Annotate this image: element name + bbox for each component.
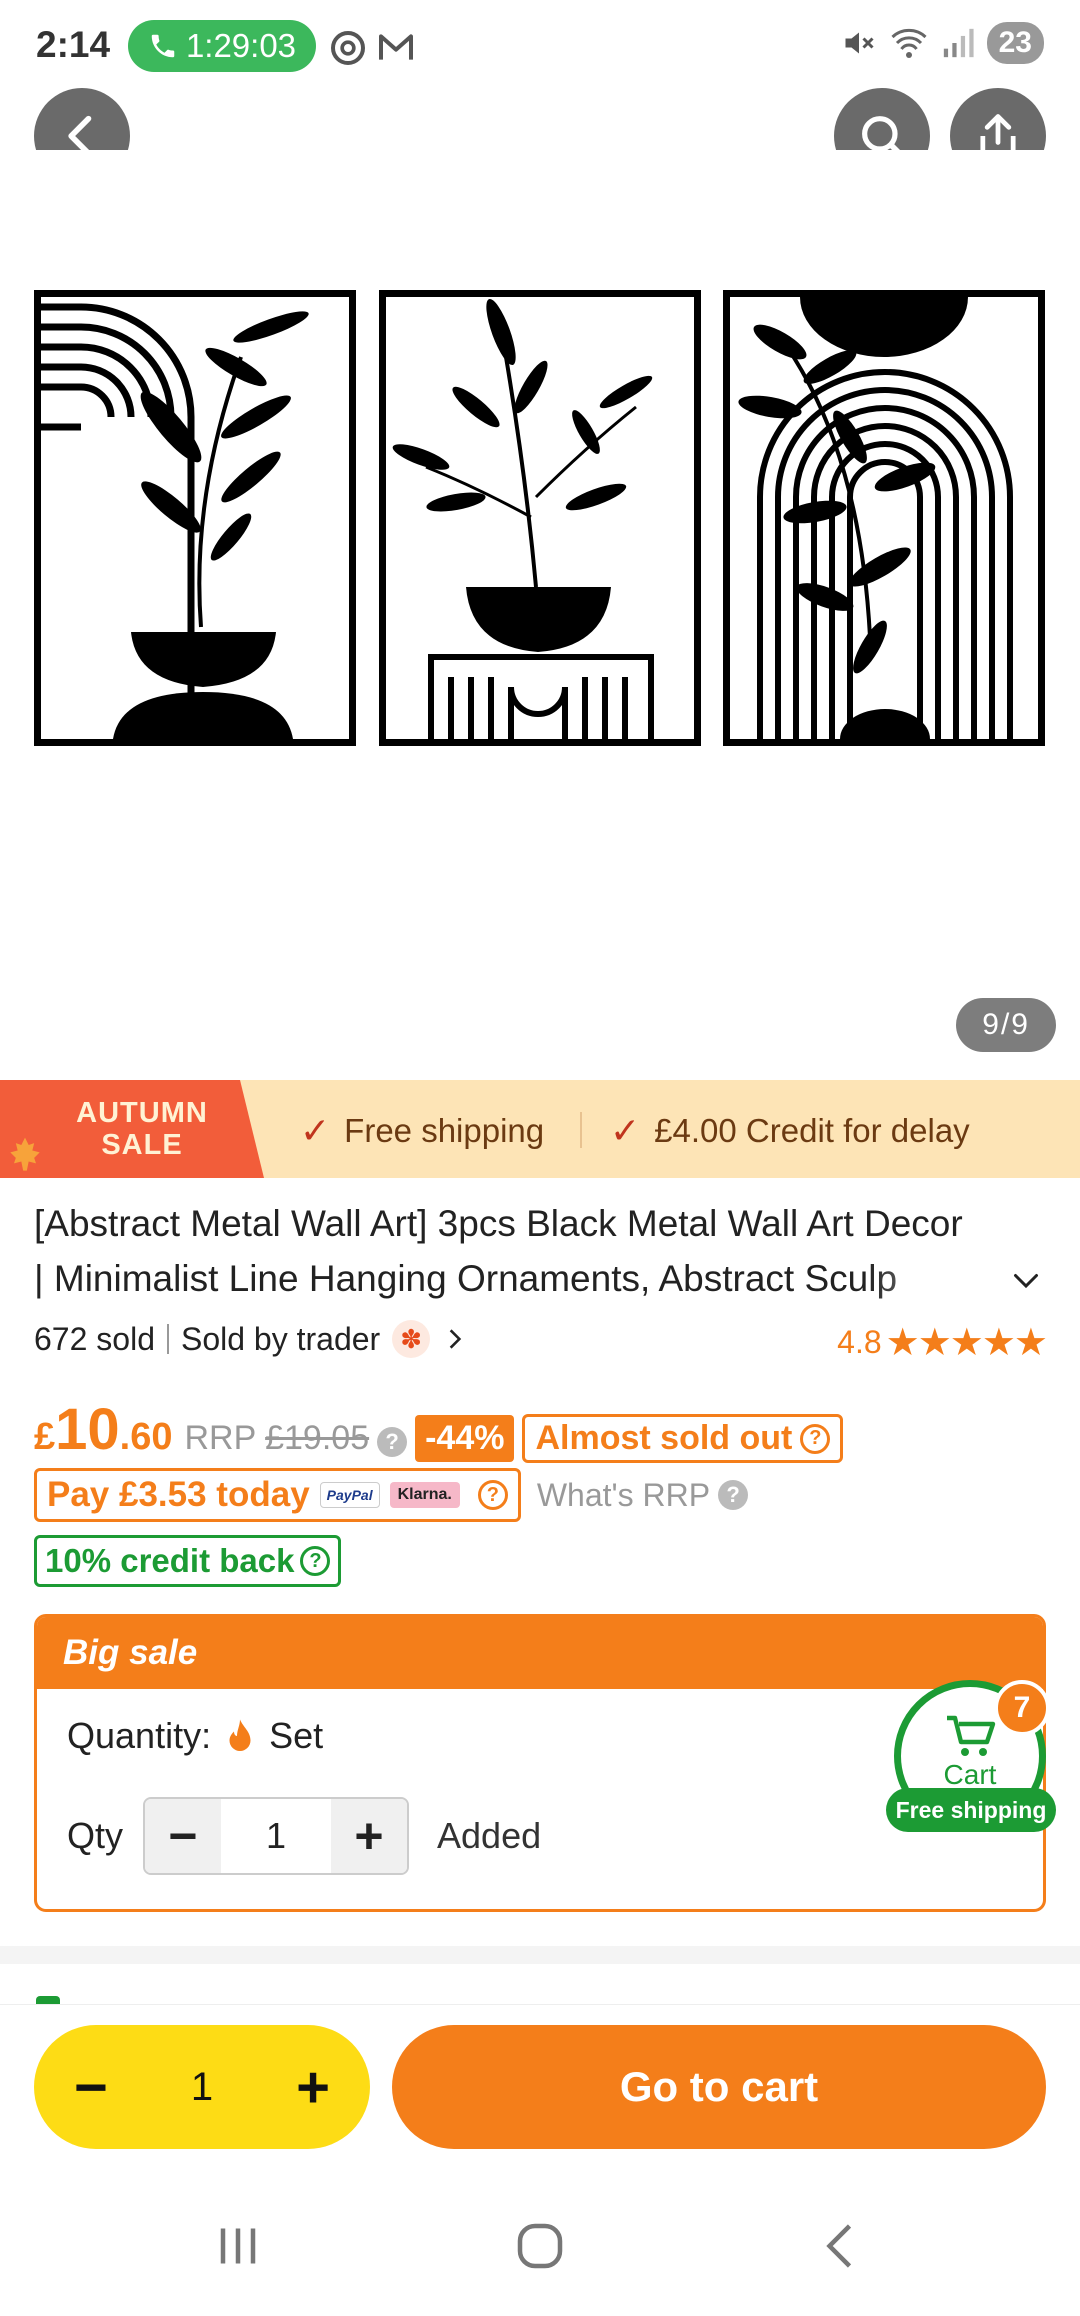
credit-back-badge[interactable]: 10% credit back ? [34, 1535, 342, 1587]
help-icon: ? [718, 1480, 749, 1510]
rating[interactable]: 4.8 ★★★★★ [837, 1320, 1048, 1365]
back-nav-icon[interactable] [812, 2216, 872, 2276]
increment-button[interactable]: + [331, 1799, 408, 1873]
product-title-line1: [Abstract Metal Wall Art] 3pcs Black Met… [34, 1203, 963, 1244]
big-sale-header: Big sale [37, 1617, 1043, 1689]
divider [166, 1324, 169, 1354]
quantity-option[interactable]: Quantity: Set [67, 1715, 323, 1757]
quantity-stepper[interactable]: − 1 + [143, 1797, 410, 1875]
chevron-right-icon[interactable] [442, 1324, 468, 1354]
promo-divider [580, 1112, 582, 1148]
price-decimal: .60 [119, 1416, 173, 1458]
sales-meta: 672 sold Sold by trader ✽ [34, 1320, 468, 1358]
bottom-quantity-stepper[interactable]: − 1 + [34, 2025, 370, 2149]
sold-by-link[interactable]: Sold by trader [181, 1321, 380, 1358]
next-section-peek [36, 1996, 336, 2004]
price: £10.60 [34, 1396, 172, 1463]
status-time: 2:14 [36, 24, 111, 65]
klarna-logo: Klarna. [389, 1482, 460, 1508]
quantity-label: Quantity: [67, 1715, 212, 1756]
status-right: 23 [841, 22, 1044, 64]
autumn-sale-line2: SALE [101, 1129, 183, 1161]
sold-count: 672 sold [34, 1320, 155, 1357]
mute-icon [845, 32, 874, 54]
qty-label: Qty [67, 1815, 124, 1856]
credit-back-text: 10% credit back [45, 1542, 295, 1579]
credit-delay-text: £4.00 Credit for delay [654, 1112, 970, 1149]
product-title[interactable]: [Abstract Metal Wall Art] 3pcs Black Met… [34, 1196, 1014, 1306]
rating-stars-icon: ★★★★★ [885, 1322, 1048, 1364]
almost-sold-out-text: Almost sold out [535, 1419, 793, 1457]
rrp-help-icon[interactable]: ? [377, 1427, 408, 1457]
promo-banner[interactable]: AUTUMN SALE ✓ Free shipping ✓ £4.00 Cred… [0, 1080, 1080, 1178]
check-icon: ✓ [300, 1110, 331, 1151]
whats-rrp-text: What's RRP [536, 1476, 711, 1513]
cart-icon [947, 1715, 996, 1756]
qty-row: Qty − 1 + Added [67, 1797, 541, 1875]
threads-icon [331, 31, 365, 65]
discount-badge: -44% [415, 1415, 515, 1462]
help-icon: ? [300, 1546, 331, 1576]
rrp-label: RRP [184, 1419, 256, 1457]
signal-icon [943, 28, 974, 58]
call-timer: 1:29:03 [185, 27, 297, 64]
quantity-input[interactable]: 1 [221, 1799, 331, 1873]
wifi-icon [891, 29, 927, 58]
autumn-sale-line1: AUTUMN [76, 1097, 208, 1129]
bottom-increment-button[interactable]: + [296, 2054, 330, 2121]
pay-today-text: Pay £3.53 today [47, 1475, 310, 1514]
flame-icon [229, 1719, 251, 1751]
cart-label: Cart [943, 1759, 997, 1790]
art-panel-3 [723, 290, 1045, 746]
art-panel-1 [34, 290, 356, 746]
product-title-line2: | Minimalist Line Hanging Ornaments, Abs… [34, 1258, 898, 1299]
pay-today-box[interactable]: Pay £3.53 today PayPal Klarna. ? [34, 1468, 521, 1522]
bottom-decrement-button[interactable]: − [74, 2054, 108, 2121]
bottom-action-bar: − 1 + Go to cart [0, 2004, 1080, 2164]
price-currency: £ [34, 1416, 56, 1458]
maple-leaf-icon [10, 1137, 40, 1171]
price-whole: 10 [55, 1397, 120, 1462]
check-icon: ✓ [610, 1110, 641, 1151]
help-icon: ? [800, 1423, 831, 1454]
trader-logo-icon: ✽ [392, 1320, 431, 1358]
free-shipping-text: Free shipping [344, 1112, 545, 1149]
bottom-quantity-value[interactable]: 1 [191, 2065, 213, 2110]
call-indicator[interactable]: 1:29:03 [128, 20, 316, 72]
battery-indicator: 23 [986, 22, 1044, 64]
rrp: RRP £19.05 [184, 1419, 369, 1458]
recent-apps-icon[interactable] [208, 2216, 268, 2276]
price-row: £10.60 RRP £19.05 ? -44% Almost sold out… [34, 1396, 844, 1463]
mail-icon [379, 34, 413, 60]
status-bar: 2:14 1:29:03 23 [0, 0, 1080, 92]
paypal-logo: PayPal [319, 1482, 380, 1508]
added-status: Added [437, 1815, 542, 1856]
rrp-value: £19.05 [265, 1419, 370, 1457]
almost-sold-out-badge[interactable]: Almost sold out ? [522, 1414, 844, 1463]
rating-value: 4.8 [837, 1324, 882, 1360]
decrement-button[interactable]: − [145, 1799, 222, 1873]
chevron-down-icon[interactable] [1008, 1262, 1044, 1298]
cart-count-badge: 7 [994, 1680, 1050, 1736]
help-icon: ? [477, 1480, 508, 1510]
cart-free-shipping-pill: Free shipping [886, 1788, 1056, 1832]
credit-delay-promo: ✓ £4.00 Credit for delay [610, 1110, 970, 1152]
product-image-gallery[interactable] [0, 150, 1080, 1050]
pay-row: Pay £3.53 today PayPal Klarna. ? What's … [34, 1468, 749, 1522]
image-counter: 9/9 [956, 998, 1056, 1052]
phone-icon [151, 34, 175, 58]
whats-rrp-link[interactable]: What's RRP ? [536, 1476, 749, 1514]
free-shipping-promo: ✓ Free shipping [300, 1110, 544, 1152]
art-panel-2 [379, 290, 701, 746]
home-icon[interactable] [510, 2216, 570, 2276]
go-to-cart-button[interactable]: Go to cart [392, 2025, 1046, 2149]
system-nav-bar [0, 2180, 1080, 2316]
section-divider [0, 1946, 1080, 1964]
quantity-value: Set [269, 1715, 324, 1756]
